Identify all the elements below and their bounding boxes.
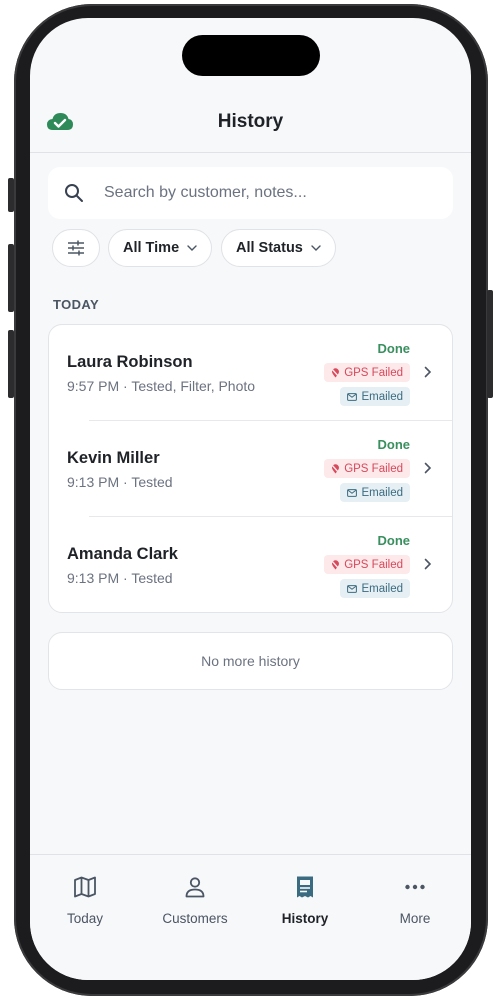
chevron-right-icon xyxy=(424,558,432,570)
time-filter-dropdown[interactable]: All Time xyxy=(108,229,213,267)
status-label: Done xyxy=(377,437,411,452)
gps-failed-badge: GPS Failed xyxy=(324,555,410,574)
search-icon xyxy=(65,184,83,202)
location-off-icon xyxy=(331,367,341,378)
app-header: History xyxy=(30,103,471,153)
mail-icon xyxy=(347,584,358,593)
customer-name: Kevin Miller xyxy=(67,449,160,467)
section-header-today: TODAY xyxy=(53,297,100,312)
time-filter-label: All Time xyxy=(123,240,180,256)
emailed-label: Emailed xyxy=(361,486,403,499)
tab-label: Today xyxy=(66,911,104,926)
gps-failed-label: GPS Failed xyxy=(344,462,403,475)
dynamic-island xyxy=(182,35,320,76)
visit-details: 9:13 PM · Tested xyxy=(67,570,173,586)
visit-details: 9:13 PM · Tested xyxy=(67,474,173,490)
emailed-label: Emailed xyxy=(361,582,403,595)
history-item[interactable]: Kevin Miller 9:13 PM · Tested Done GPS F… xyxy=(49,421,452,517)
status-label: Done xyxy=(377,341,411,356)
status-filter-dropdown[interactable]: All Status xyxy=(221,229,336,267)
search-input[interactable] xyxy=(104,167,434,219)
volume-down-button xyxy=(8,330,14,398)
tab-more[interactable]: More xyxy=(360,855,470,945)
power-button xyxy=(487,290,493,398)
search-bar[interactable] xyxy=(48,167,453,219)
chevron-down-icon xyxy=(311,245,321,251)
sliders-icon xyxy=(68,240,84,256)
receipt-icon xyxy=(297,876,313,898)
tab-label: Customers xyxy=(162,911,228,926)
volume-up-button xyxy=(8,244,14,312)
person-icon xyxy=(185,877,205,898)
location-off-icon xyxy=(331,463,341,474)
mail-icon xyxy=(347,488,358,497)
tab-history[interactable]: History xyxy=(250,855,360,945)
screen: History All Time All Status TODAY Laura … xyxy=(30,18,471,980)
mail-icon xyxy=(347,392,358,401)
map-icon xyxy=(74,876,96,898)
visit-details: 9:57 PM · Tested, Filter, Photo xyxy=(67,378,256,394)
page-title: History xyxy=(217,111,284,132)
status-filter-label: All Status xyxy=(236,240,303,256)
emailed-label: Emailed xyxy=(361,390,403,403)
customer-name: Laura Robinson xyxy=(67,353,193,371)
customer-name: Amanda Clark xyxy=(67,545,178,563)
gps-failed-badge: GPS Failed xyxy=(324,459,410,478)
emailed-badge: Emailed xyxy=(340,579,410,598)
gps-failed-label: GPS Failed xyxy=(344,366,403,379)
tab-label: History xyxy=(281,911,329,926)
filter-settings-button[interactable] xyxy=(52,229,100,267)
tab-label: More xyxy=(399,911,431,926)
chevron-right-icon xyxy=(424,462,432,474)
gps-failed-label: GPS Failed xyxy=(344,558,403,571)
gps-failed-badge: GPS Failed xyxy=(324,363,410,382)
status-label: Done xyxy=(377,533,411,548)
location-off-icon xyxy=(331,559,341,570)
tab-customers[interactable]: Customers xyxy=(140,855,250,945)
bottom-tab-bar: Today Customers History More xyxy=(30,854,471,980)
emailed-badge: Emailed xyxy=(340,387,410,406)
more-icon xyxy=(405,884,425,890)
action-button xyxy=(8,178,14,212)
chevron-down-icon xyxy=(187,245,197,251)
end-of-list-message: No more history xyxy=(48,632,453,690)
chevron-right-icon xyxy=(424,366,432,378)
tab-today[interactable]: Today xyxy=(30,855,140,945)
history-item[interactable]: Laura Robinson 9:57 PM · Tested, Filter,… xyxy=(49,325,452,421)
history-list: Laura Robinson 9:57 PM · Tested, Filter,… xyxy=(48,324,453,613)
emailed-badge: Emailed xyxy=(340,483,410,502)
history-item[interactable]: Amanda Clark 9:13 PM · Tested Done GPS F… xyxy=(49,517,452,612)
